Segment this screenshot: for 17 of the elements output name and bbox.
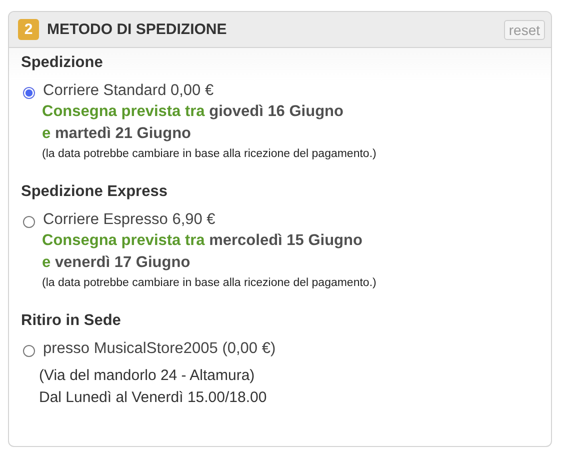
radio-button[interactable] (23, 344, 35, 356)
delivery-estimate: Consegna prevista tra mercoledì 15 Giugno e venerdì 17 Giugno (42, 231, 364, 273)
delivery-note: (la data potrebbe cambiare in base alla ricezione del pagamento.) (42, 277, 378, 289)
store-address: (Via del mandorlo 24 - Altamura) (39, 366, 256, 386)
option-label[interactable]: Corriere Espresso 6,90 € (43, 211, 216, 229)
group-heading: Spedizione (21, 54, 104, 72)
panel-title: METODO DI SPEDIZIONE (47, 21, 228, 38)
delivery-note: (la data potrebbe cambiare in base alla ricezione del pagamento.) (42, 148, 378, 160)
opening-hours: Dal Lunedì al Venerdì 15.00/18.00 (39, 388, 268, 408)
group-heading: Spedizione Express (21, 183, 168, 201)
radio-button[interactable] (23, 216, 35, 228)
group-heading: Ritiro in Sede (21, 312, 122, 330)
option-label[interactable]: presso MusicalStore2005 (0,00 €) (43, 340, 276, 358)
step-badge: 2 (18, 19, 39, 40)
delivery-estimate: Consegna prevista tra giovedì 16 Giugno e martedì 21 Giugno (42, 102, 344, 144)
radio-button[interactable] (23, 86, 35, 98)
option-label[interactable]: Corriere Standard 0,00 € (43, 82, 214, 100)
